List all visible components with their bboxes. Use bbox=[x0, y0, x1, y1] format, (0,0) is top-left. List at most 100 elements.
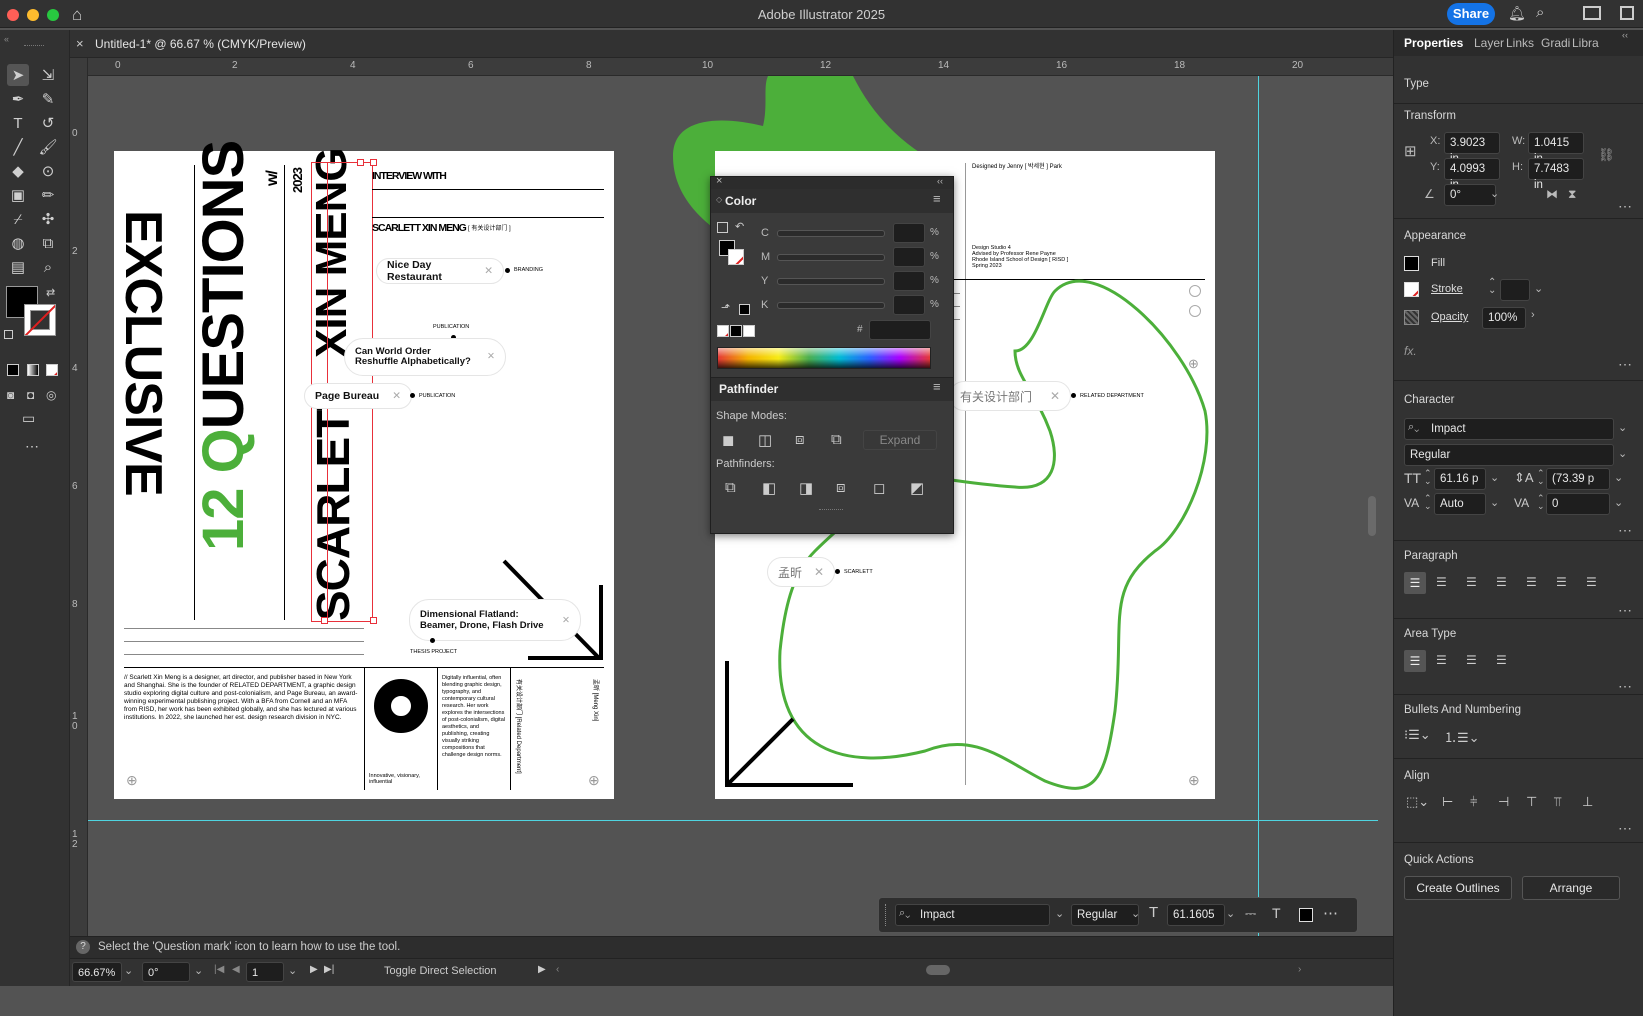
bullet-list-icon[interactable]: ⁝☰⌄ bbox=[1404, 727, 1431, 743]
more-options-icon[interactable]: ⋯ bbox=[1323, 904, 1338, 922]
workspace-icon[interactable] bbox=[1583, 6, 1601, 20]
canvas[interactable]: EXCLUSIVE 12 QUESTIONS w/ 2023 XIN MENG … bbox=[88, 76, 1378, 986]
justify-left-icon[interactable]: ☰ bbox=[1496, 575, 1507, 589]
document-tab[interactable]: Untitled-1* @ 66.67 % (CMYK/Preview) bbox=[95, 37, 306, 51]
vertical-scrollbar-thumb[interactable] bbox=[1368, 496, 1376, 536]
justify-all-icon[interactable]: ☰ bbox=[1586, 575, 1597, 589]
scroll-right-icon[interactable]: › bbox=[1298, 964, 1301, 975]
numbered-list-icon[interactable]: ⒈☰⌄ bbox=[1444, 727, 1480, 746]
out-of-gamut-icon[interactable]: ⬏ bbox=[721, 301, 730, 314]
k-input[interactable] bbox=[893, 295, 925, 315]
stroke-weight-field[interactable] bbox=[1500, 279, 1530, 301]
area-align-bottom-icon[interactable]: ☰ bbox=[1466, 653, 1477, 667]
x-field[interactable]: 3.9023 in bbox=[1444, 132, 1500, 165]
panel-close-icon[interactable]: × bbox=[716, 175, 722, 187]
zoom-field[interactable]: 66.67% bbox=[72, 962, 122, 982]
selection-tool-icon[interactable]: ➤ bbox=[7, 64, 29, 86]
first-artboard-icon[interactable]: |◀ bbox=[214, 964, 224, 975]
stroke-dropdown-icon[interactable]: ⌄ bbox=[1534, 282, 1543, 295]
more-character-icon[interactable]: ⋯ bbox=[1618, 522, 1632, 539]
puppet-warp-tool-icon[interactable]: ✣ bbox=[37, 208, 59, 230]
pen-tool-icon[interactable]: ✒ bbox=[7, 88, 29, 110]
swap-icon[interactable]: ↶ bbox=[735, 220, 744, 233]
align-top-edge-icon[interactable]: ⊤ bbox=[1526, 794, 1537, 810]
style-dropdown-icon[interactable]: ⌄ bbox=[1131, 907, 1140, 920]
more-transform-icon[interactable]: ⋯ bbox=[1618, 198, 1632, 215]
more-align-icon[interactable]: ⋯ bbox=[1618, 820, 1632, 837]
opacity-field[interactable]: 100% bbox=[1482, 307, 1526, 329]
panel-stroke-swatch[interactable] bbox=[728, 249, 744, 265]
panel-resize-grip[interactable] bbox=[819, 509, 843, 512]
tab-properties[interactable]: Properties bbox=[1404, 36, 1463, 50]
reference-point-icon[interactable]: ⊞ bbox=[1404, 142, 1417, 160]
eraser-tool-icon[interactable]: ◆ bbox=[7, 160, 29, 182]
share-button[interactable]: Share bbox=[1447, 3, 1495, 25]
tab-layers[interactable]: Layer bbox=[1474, 36, 1504, 50]
small-fill-icon[interactable] bbox=[717, 222, 728, 233]
c-input[interactable] bbox=[893, 223, 925, 243]
y-field[interactable]: 4.0993 in bbox=[1444, 158, 1500, 191]
font-family-field[interactable]: Impact bbox=[1404, 418, 1614, 440]
pill-nice-day[interactable]: Nice Day Restaurant ✕ bbox=[376, 258, 504, 284]
gradient-tool-icon[interactable]: ▣ bbox=[7, 184, 29, 206]
horizontal-guide[interactable] bbox=[88, 820, 1378, 821]
paintbrush-tool-icon[interactable]: 🖌︎ bbox=[37, 136, 59, 158]
panel-toggle-icon[interactable] bbox=[1620, 6, 1634, 20]
pathfinder-tab[interactable]: Pathfinder bbox=[719, 382, 778, 396]
pill-cn-department[interactable]: 有关设计部门 ✕ bbox=[949, 381, 1071, 411]
y-slider[interactable] bbox=[777, 278, 885, 285]
zoom-tool-icon[interactable]: ⌕ bbox=[37, 256, 59, 278]
constrain-proportions-icon[interactable]: ⛓ bbox=[1598, 147, 1615, 163]
eyedropper-tool-icon[interactable]: ⌿ bbox=[7, 208, 29, 230]
toolbar-grip[interactable] bbox=[24, 45, 44, 48]
pill-close-icon[interactable]: ✕ bbox=[814, 565, 824, 579]
justify-right-icon[interactable]: ☰ bbox=[1556, 575, 1567, 589]
scroll-left-icon[interactable]: ‹ bbox=[556, 964, 559, 975]
exclude-icon[interactable]: ⧉ bbox=[831, 431, 842, 448]
panel-collapse-icon[interactable]: ‹‹ bbox=[1622, 30, 1628, 40]
m-input[interactable] bbox=[893, 247, 925, 267]
rotate-field[interactable]: 0° bbox=[1444, 184, 1496, 206]
question-mark-icon[interactable]: ? bbox=[76, 940, 90, 954]
stroke-swatch[interactable] bbox=[24, 304, 56, 336]
w-field[interactable]: 1.0415 in bbox=[1528, 132, 1584, 165]
area-align-center-icon[interactable]: ☰ bbox=[1436, 653, 1447, 667]
minus-back-icon[interactable]: ◩ bbox=[910, 479, 924, 497]
align-right-edge-icon[interactable]: ⊣ bbox=[1498, 794, 1509, 810]
unite-icon[interactable]: ◼ bbox=[722, 431, 734, 449]
lasso-tool-icon[interactable]: ⊙ bbox=[37, 160, 59, 182]
m-slider[interactable] bbox=[777, 254, 885, 261]
pathfinder-menu-icon[interactable]: ≡ bbox=[933, 379, 941, 394]
leading-dropdown-icon[interactable]: ⌄ bbox=[1614, 471, 1623, 484]
align-bottom-edge-icon[interactable]: ⊥ bbox=[1582, 794, 1593, 810]
crop-icon[interactable]: ⧈ bbox=[836, 479, 846, 496]
more-area-type-icon[interactable]: ⋯ bbox=[1618, 678, 1632, 695]
tab-libraries[interactable]: Libra bbox=[1572, 36, 1599, 50]
context-fill-swatch[interactable] bbox=[1299, 908, 1313, 922]
color-menu-icon[interactable]: ≡ bbox=[933, 191, 941, 206]
rotate-tool-icon[interactable]: ↺ bbox=[37, 112, 59, 134]
stroke-label[interactable]: Stroke bbox=[1431, 283, 1463, 295]
pill-close-icon[interactable]: ✕ bbox=[562, 615, 570, 626]
draw-behind-icon[interactable]: ◘ bbox=[27, 388, 34, 402]
vertical-guide[interactable] bbox=[1258, 76, 1259, 986]
create-outlines-button[interactable]: Create Outlines bbox=[1404, 876, 1512, 900]
align-center-icon[interactable]: ☰ bbox=[1436, 575, 1447, 589]
black-swatch[interactable] bbox=[730, 325, 742, 337]
pill-close-icon[interactable]: ✕ bbox=[484, 265, 493, 277]
stroke-stepper-icon[interactable]: ⌃ ⌄ bbox=[1488, 278, 1496, 296]
font-size-field[interactable]: 61.16 p bbox=[1434, 468, 1486, 490]
merge-icon[interactable]: ◨ bbox=[799, 479, 813, 497]
prev-artboard-icon[interactable]: ◀ bbox=[232, 964, 240, 975]
artboard-tool-icon[interactable]: ⧉ bbox=[37, 232, 59, 254]
align-h-center-icon[interactable]: ⫩ bbox=[1470, 794, 1477, 810]
close-tab-icon[interactable]: × bbox=[76, 36, 84, 51]
kerning-field[interactable]: Auto bbox=[1434, 493, 1486, 515]
tracking-field[interactable]: 0 bbox=[1546, 493, 1610, 515]
trim-icon[interactable]: ◧ bbox=[762, 479, 776, 497]
horizontal-scrollbar-thumb[interactable] bbox=[926, 965, 950, 975]
pill-world-order[interactable]: Can World Order Reshuffle Alphabetically?… bbox=[344, 338, 506, 376]
artboard-number-field[interactable]: 1 bbox=[246, 962, 284, 982]
rotation-field[interactable]: 0° bbox=[142, 962, 190, 982]
panel-collapse-icon[interactable]: ‹‹ bbox=[937, 176, 943, 186]
